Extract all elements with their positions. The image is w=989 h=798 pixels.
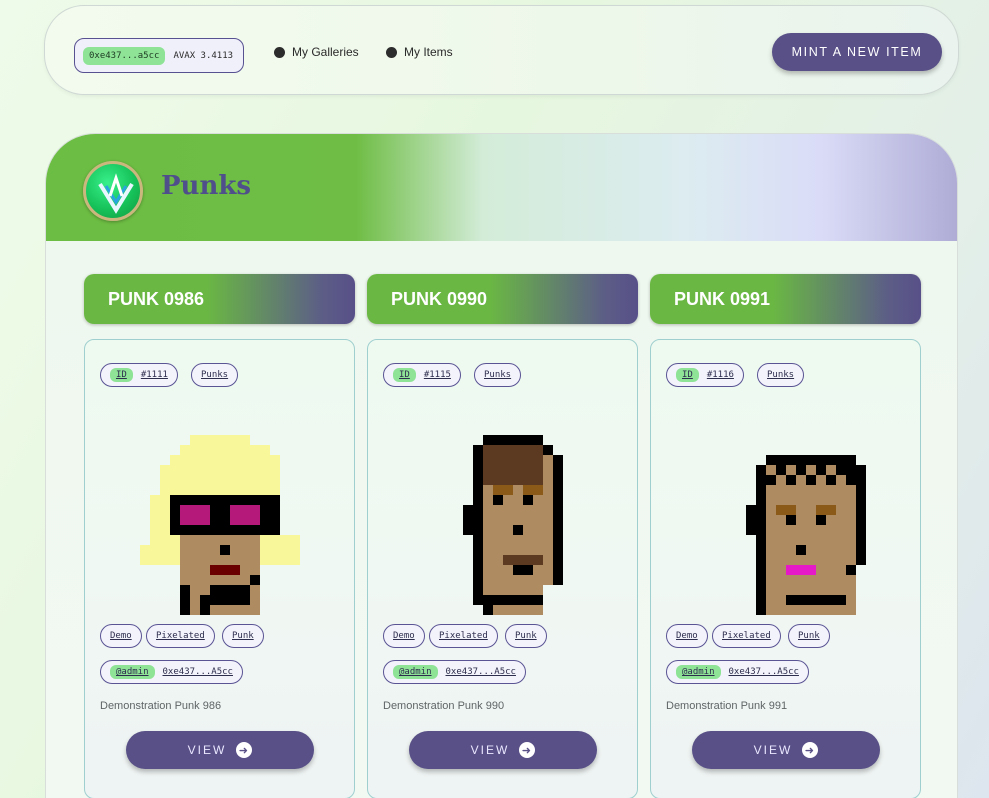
owner-role: @admin — [399, 667, 432, 677]
owner-role: @admin — [682, 667, 715, 677]
item-description: Demonstration Punk 991 — [666, 700, 788, 712]
item-id: #1111 — [140, 370, 168, 380]
id-badge[interactable]: ID #1115 — [383, 363, 461, 387]
tag-label: Punk — [515, 631, 537, 641]
tag-demo[interactable]: Demo — [383, 624, 425, 648]
tag-label: Punk — [798, 631, 820, 641]
tag-demo[interactable]: Demo — [666, 624, 708, 648]
collection-badge[interactable]: Punks — [757, 363, 805, 387]
view-button[interactable]: VIEW ➜ — [126, 731, 314, 769]
item-description: Demonstration Punk 986 — [100, 700, 222, 712]
view-label: VIEW — [187, 743, 227, 757]
gallery-panel: Punks PUNK 0986 ID #1111 Punks Demo Pixe… — [45, 133, 958, 798]
view-button[interactable]: VIEW ➜ — [409, 731, 597, 769]
nav-my-galleries-label: My Galleries — [292, 45, 359, 59]
gallery-title: Punks — [161, 171, 252, 201]
item-id: #1115 — [423, 370, 451, 380]
id-label: ID — [399, 370, 410, 380]
arrow-right-icon: ➜ — [236, 742, 253, 758]
owner-address: 0xe437...A5cc — [445, 667, 516, 677]
tag-punk[interactable]: Punk — [788, 624, 830, 648]
tag-label: Demo — [110, 631, 132, 641]
tag-pixelated[interactable]: Pixelated — [429, 624, 498, 648]
arrow-right-icon: ➜ — [519, 742, 536, 758]
collection-label: Punks — [767, 370, 795, 380]
top-nav-bar: 0xe437...a5cc AVAX 3.4113 My Galleries M… — [44, 5, 959, 95]
tag-label: Demo — [393, 631, 415, 641]
card-title[interactable]: PUNK 0986 — [84, 274, 355, 324]
view-button[interactable]: VIEW ➜ — [692, 731, 880, 769]
item-id: #1116 — [706, 370, 734, 380]
owner-badge[interactable]: @admin 0xe437...A5cc — [666, 660, 809, 684]
mint-new-item-button[interactable]: MINT A NEW ITEM — [772, 33, 942, 71]
id-badge[interactable]: ID #1111 — [100, 363, 178, 387]
tag-label: Pixelated — [722, 631, 771, 641]
collection-badge[interactable]: Punks — [474, 363, 522, 387]
punk-image[interactable] — [140, 435, 300, 615]
arrow-right-icon: ➜ — [802, 742, 819, 758]
logo-icon — [83, 161, 143, 221]
bullet-icon — [274, 46, 285, 58]
tag-label: Pixelated — [439, 631, 488, 641]
bullet-icon — [386, 46, 397, 58]
collection-badge[interactable]: Punks — [191, 363, 239, 387]
tag-label: Demo — [676, 631, 698, 641]
view-label: VIEW — [753, 743, 793, 757]
wallet-address: 0xe437...a5cc — [83, 46, 166, 65]
punk-image[interactable] — [706, 435, 866, 615]
tag-label: Pixelated — [156, 631, 205, 641]
punk-image[interactable] — [423, 435, 583, 615]
collection-label: Punks — [484, 370, 512, 380]
gallery-header: Punks — [46, 134, 957, 241]
id-label: ID — [682, 370, 693, 380]
id-badge[interactable]: ID #1116 — [666, 363, 744, 387]
tag-demo[interactable]: Demo — [100, 624, 142, 648]
tag-punk[interactable]: Punk — [222, 624, 264, 648]
owner-address: 0xe437...A5cc — [162, 667, 233, 677]
tag-punk[interactable]: Punk — [505, 624, 547, 648]
item-card: ID #1111 Punks Demo Pixelated Punk @admi… — [84, 339, 355, 798]
collection-label: Punks — [201, 370, 229, 380]
card-title[interactable]: PUNK 0991 — [650, 274, 921, 324]
item-card: ID #1115 Punks Demo Pixelated Punk @admi… — [367, 339, 638, 798]
owner-address: 0xe437...A5cc — [728, 667, 799, 677]
owner-badge[interactable]: @admin 0xe437...A5cc — [100, 660, 243, 684]
owner-role: @admin — [116, 667, 149, 677]
item-description: Demonstration Punk 990 — [383, 700, 505, 712]
wallet-badge[interactable]: 0xe437...a5cc AVAX 3.4113 — [74, 38, 244, 73]
nav-my-items[interactable]: My Items — [386, 45, 453, 59]
owner-badge[interactable]: @admin 0xe437...A5cc — [383, 660, 526, 684]
card-title[interactable]: PUNK 0990 — [367, 274, 638, 324]
tag-pixelated[interactable]: Pixelated — [712, 624, 781, 648]
nav-my-items-label: My Items — [404, 45, 453, 59]
wallet-balance: AVAX 3.4113 — [173, 50, 234, 61]
view-label: VIEW — [470, 743, 510, 757]
nav-my-galleries[interactable]: My Galleries — [274, 45, 359, 59]
tag-label: Punk — [232, 631, 254, 641]
tag-pixelated[interactable]: Pixelated — [146, 624, 215, 648]
item-card: ID #1116 Punks Demo Pixelated Punk @admi… — [650, 339, 921, 798]
id-label: ID — [116, 370, 127, 380]
